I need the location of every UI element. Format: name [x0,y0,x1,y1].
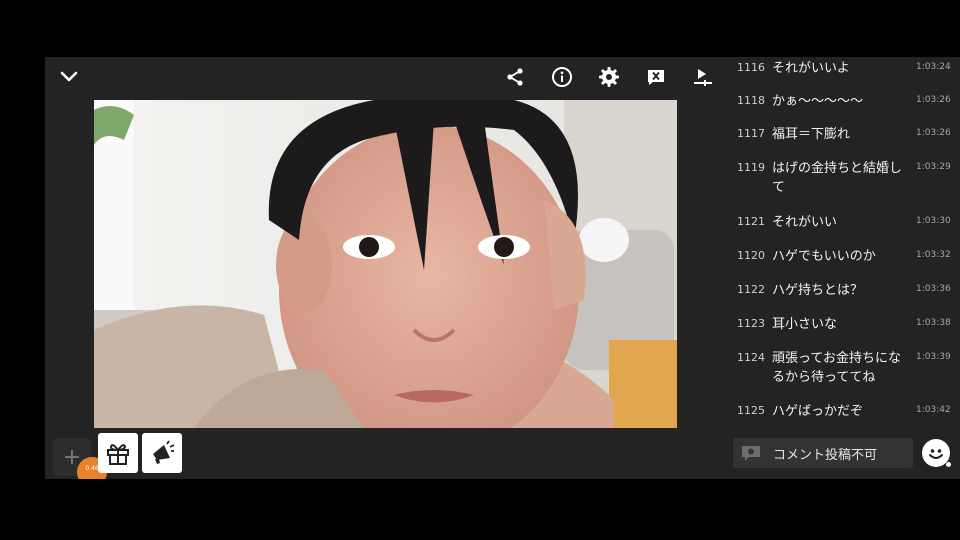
sliders-icon[interactable] [689,63,717,91]
comment-time: 1:03:30 [916,216,951,226]
comment-text: 福耳＝下膨れ [772,127,851,142]
comment-time: 1:03:26 [916,128,951,138]
comment-number: 1123 [737,317,765,330]
comment-number: 1116 [737,61,765,74]
comment-input-label: コメント投稿不可 [773,448,878,463]
comment-text: ハゲばっかだぞ [772,404,864,419]
comment-time: 1:03:42 [916,405,951,415]
chevron-down-icon[interactable] [55,63,83,91]
gift-button[interactable] [98,433,138,473]
comment-time: 1:03:26 [916,95,951,105]
comment-number: 1119 [737,161,765,174]
top-toolbar [45,57,725,97]
comment-text: 頑張ってお金持ちになるから待っててね [772,351,901,385]
comment-input[interactable]: コメント投稿不可 [733,438,913,468]
bottom-bar: + 0.46 [45,432,725,479]
info-icon[interactable] [548,63,576,91]
comment-number: 1125 [737,404,765,417]
live-player-window: + 0.46 1116 それがいいよ 1:03:24 1118 かぁ〜〜〜〜〜 1:03:… [45,57,960,479]
comment-text: はげの金持ちと結婚して [772,161,903,195]
comment-number: 1118 [737,94,765,107]
video-stream[interactable] [94,100,677,428]
comment-text: それがいい [772,215,838,230]
comment-time: 1:03:36 [916,284,951,294]
gear-icon[interactable] [595,63,623,91]
advertise-button[interactable] [142,433,182,473]
comment-text: ハゲ持ちとは？ [772,283,864,298]
comment-number: 1124 [737,351,765,364]
comment-text: かぁ〜〜〜〜〜 [772,94,864,109]
comment-text: 耳小さいな [772,317,838,332]
megaphone-icon [153,440,175,464]
comment-number: 1122 [737,283,765,296]
comment-time: 1:03:29 [916,162,951,172]
comment-time: 1:03:24 [916,62,951,72]
comment-time: 1:03:39 [916,352,951,362]
comment-list[interactable]: 1116 それがいいよ 1:03:24 1118 かぁ〜〜〜〜〜 1:03:26 1117 福… [731,57,960,437]
emoji-indicator-dot [946,462,951,467]
close-box-icon[interactable] [642,63,670,91]
comment-text: ハゲでもいいのか [772,249,876,264]
smiley-icon [929,449,943,459]
share-icon[interactable] [501,63,529,91]
gift-icon [107,444,129,465]
comment-disabled-icon [740,444,762,466]
comment-time: 1:03:38 [916,318,951,328]
comment-time: 1:03:32 [916,250,951,260]
video-frame [94,100,677,428]
comment-number: 1117 [737,127,765,140]
comment-text: それがいいよ [772,61,850,76]
comment-number: 1121 [737,215,765,228]
comment-number: 1120 [737,249,765,262]
